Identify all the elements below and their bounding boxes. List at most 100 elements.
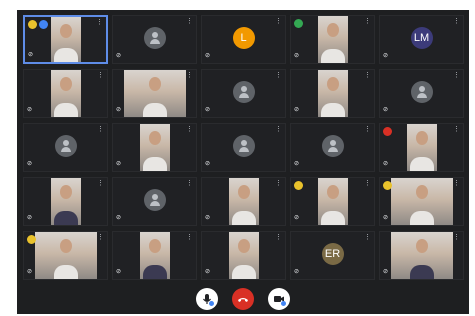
participant-tile[interactable]: ⊘ ⋮: [23, 15, 108, 64]
participant-tile[interactable]: ⊘ ⋮: [379, 69, 464, 118]
participant-body: [142, 265, 167, 279]
participant-tile[interactable]: ⊘ ⋮: [201, 69, 286, 118]
more-options-icon[interactable]: ⋮: [453, 72, 460, 79]
participant-tile[interactable]: ⊘ ⋮: [23, 231, 108, 280]
participant-tile[interactable]: ⊘ ⋮: [112, 123, 197, 172]
participant-tile[interactable]: ⊘ ⋮: [379, 231, 464, 280]
participant-tile[interactable]: ⊘ ⋮: [290, 123, 375, 172]
more-options-icon[interactable]: ⋮: [364, 234, 371, 241]
muted-mic-icon: ⊘: [383, 107, 389, 113]
participant-tile[interactable]: ⊘ ⋮: [112, 177, 197, 226]
participant-tile[interactable]: ⊘ ⋮: [201, 177, 286, 226]
participant-tile[interactable]: ⊘ ⋮: [23, 69, 108, 118]
hang-up-button[interactable]: [232, 288, 254, 310]
participant-tile[interactable]: ⊘ ⋮: [201, 231, 286, 280]
participant-video: [50, 70, 81, 117]
muted-mic-icon: ⊘: [116, 107, 122, 113]
muted-mic-icon: ⊘: [294, 161, 300, 167]
muted-mic-icon: ⊘: [27, 161, 33, 167]
more-options-icon[interactable]: ⋮: [186, 72, 193, 79]
participant-tile[interactable]: ⊘ ⋮: [379, 177, 464, 226]
avatar-placeholder-icon: [232, 80, 255, 103]
participant-body: [231, 265, 256, 279]
more-options-icon[interactable]: ⋮: [275, 234, 282, 241]
participant-tile[interactable]: ⊘ ⋮: [112, 231, 197, 280]
camera-toggle-button[interactable]: [268, 288, 290, 310]
call-controls: [17, 288, 469, 310]
participant-tile[interactable]: ⊘ ⋮: [23, 123, 108, 172]
participant-tile[interactable]: ⊘ ⋮: [379, 123, 464, 172]
participant-tile[interactable]: ⊘ ⋮: [112, 15, 197, 64]
more-options-icon[interactable]: ⋮: [275, 72, 282, 79]
muted-mic-icon: ⊘: [294, 107, 300, 113]
muted-mic-icon: ⊘: [205, 269, 211, 275]
participant-face: [237, 239, 250, 254]
participant-video: [317, 178, 348, 225]
participant-tile[interactable]: ⊘ ⋮: [112, 69, 197, 118]
more-options-icon[interactable]: ⋮: [97, 72, 104, 79]
participant-video: [228, 178, 259, 225]
participant-tile[interactable]: ⊘ ⋮: [23, 177, 108, 226]
more-options-icon[interactable]: ⋮: [364, 72, 371, 79]
meeting-window: ⊘ ⋮ ⊘ ⋮ L ⊘ ⋮ ⊘ ⋮ LM ⊘ ⋮ ⊘ ⋮ ⊘ ⋮ ⊘ ⋮ ⊘ ⋮ ⊘ ⋮ ⊘ ⋮ ⊘ ⋮ ⊘ ⋮ ⊘ ⋮ ⊘ ⋮ ⊘ ⋮ ⊘ ⋮ ⊘ ⋮ ⊘…: [17, 10, 469, 314]
more-options-icon[interactable]: ⋮: [96, 19, 103, 26]
participant-grid: ⊘ ⋮ ⊘ ⋮ L ⊘ ⋮ ⊘ ⋮ LM ⊘ ⋮ ⊘ ⋮ ⊘ ⋮ ⊘ ⋮ ⊘ ⋮ ⊘ ⋮ ⊘ ⋮ ⊘ ⋮ ⊘ ⋮ ⊘ ⋮ ⊘ ⋮ ⊘ ⋮ ⊘ ⋮ ⊘ ⋮ ⊘…: [23, 15, 464, 280]
muted-mic-icon: ⊘: [27, 269, 33, 275]
muted-mic-icon: ⊘: [27, 215, 33, 221]
participant-tile[interactable]: ER ⊘ ⋮: [290, 231, 375, 280]
participant-face: [326, 77, 339, 92]
more-options-icon[interactable]: ⋮: [364, 180, 371, 187]
participant-video: [139, 124, 170, 171]
participant-face: [326, 23, 339, 38]
participant-body: [142, 103, 167, 117]
more-options-icon[interactable]: ⋮: [453, 180, 460, 187]
avatar-placeholder-icon: [143, 26, 166, 49]
participant-body: [142, 157, 167, 171]
more-options-icon[interactable]: ⋮: [364, 126, 371, 133]
participant-video: [390, 178, 453, 225]
participant-body: [53, 265, 78, 279]
avatar: LM: [410, 26, 433, 49]
participant-video: [50, 178, 81, 225]
status-badge-icon: [294, 19, 303, 28]
more-options-icon[interactable]: ⋮: [186, 18, 193, 25]
participant-tile[interactable]: LM ⊘ ⋮: [379, 15, 464, 64]
more-options-icon[interactable]: ⋮: [186, 126, 193, 133]
participant-face: [415, 131, 428, 146]
more-options-icon[interactable]: ⋮: [275, 180, 282, 187]
more-options-icon[interactable]: ⋮: [453, 18, 460, 25]
participant-body: [320, 49, 345, 63]
pin-badge-icon: [39, 20, 48, 29]
avatar: ER: [321, 242, 344, 265]
more-options-icon[interactable]: ⋮: [97, 234, 104, 241]
participant-face: [415, 239, 428, 254]
participant-tile[interactable]: ⊘ ⋮: [290, 69, 375, 118]
participant-face: [59, 23, 72, 38]
more-options-icon[interactable]: ⋮: [453, 234, 460, 241]
participant-body: [409, 157, 434, 171]
more-options-icon[interactable]: ⋮: [275, 18, 282, 25]
participant-video: [390, 232, 453, 279]
participant-tile[interactable]: ⊘ ⋮: [201, 123, 286, 172]
status-badge-icon: [27, 235, 36, 244]
avatar-placeholder-icon: [54, 134, 77, 157]
more-options-icon[interactable]: ⋮: [453, 126, 460, 133]
more-options-icon[interactable]: ⋮: [364, 18, 371, 25]
participant-face: [326, 185, 339, 200]
more-options-icon[interactable]: ⋮: [97, 180, 104, 187]
more-options-icon[interactable]: ⋮: [97, 126, 104, 133]
participant-tile[interactable]: ⊘ ⋮: [290, 15, 375, 64]
participant-video: [317, 70, 348, 117]
participant-video: [406, 124, 437, 171]
camera-off-icon: [274, 296, 286, 306]
muted-mic-icon: ⊘: [294, 269, 300, 275]
mic-toggle-button[interactable]: [196, 288, 218, 310]
more-options-icon[interactable]: ⋮: [186, 180, 193, 187]
more-options-icon[interactable]: ⋮: [186, 234, 193, 241]
participant-body: [409, 211, 434, 225]
more-options-icon[interactable]: ⋮: [275, 126, 282, 133]
muted-mic-icon: ⊘: [383, 161, 389, 167]
participant-tile[interactable]: ⊘ ⋮: [290, 177, 375, 226]
participant-tile[interactable]: L ⊘ ⋮: [201, 15, 286, 64]
participant-video: [317, 16, 348, 63]
